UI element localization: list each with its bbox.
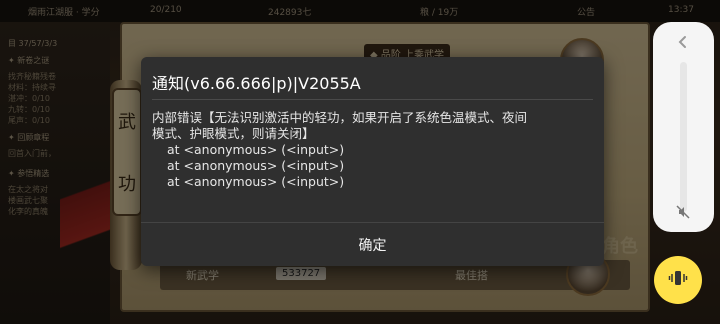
stack-trace-line: at <anonymous> (<input>) <box>167 142 345 157</box>
dialog-title: 通知(v6.66.666|p)|V2055A <box>152 74 361 93</box>
stack-trace-line: at <anonymous> (<input>) <box>167 158 345 173</box>
chevron-left-icon[interactable] <box>673 32 693 52</box>
title-divider <box>152 99 593 100</box>
stack-trace-line: at <anonymous> (<input>) <box>167 174 345 189</box>
mute-icon[interactable] <box>671 202 695 222</box>
message-line: 模式、护眼模式，则请关闭】 <box>152 126 315 141</box>
volume-slider[interactable] <box>680 62 687 212</box>
vibrate-button[interactable] <box>654 256 702 304</box>
vibrate-icon <box>668 268 688 292</box>
message-line: 内部错误【无法识别激活中的轻功，如果开启了系统色温模式、夜间 <box>152 110 528 125</box>
confirm-button[interactable]: 确定 <box>141 223 604 266</box>
error-dialog: 通知(v6.66.666|p)|V2055A 内部错误【无法识别激活中的轻功，如… <box>141 57 604 266</box>
dialog-message: 内部错误【无法识别激活中的轻功，如果开启了系统色温模式、夜间 模式、护眼模式，则请… <box>152 110 594 190</box>
side-control-panel <box>653 22 714 232</box>
